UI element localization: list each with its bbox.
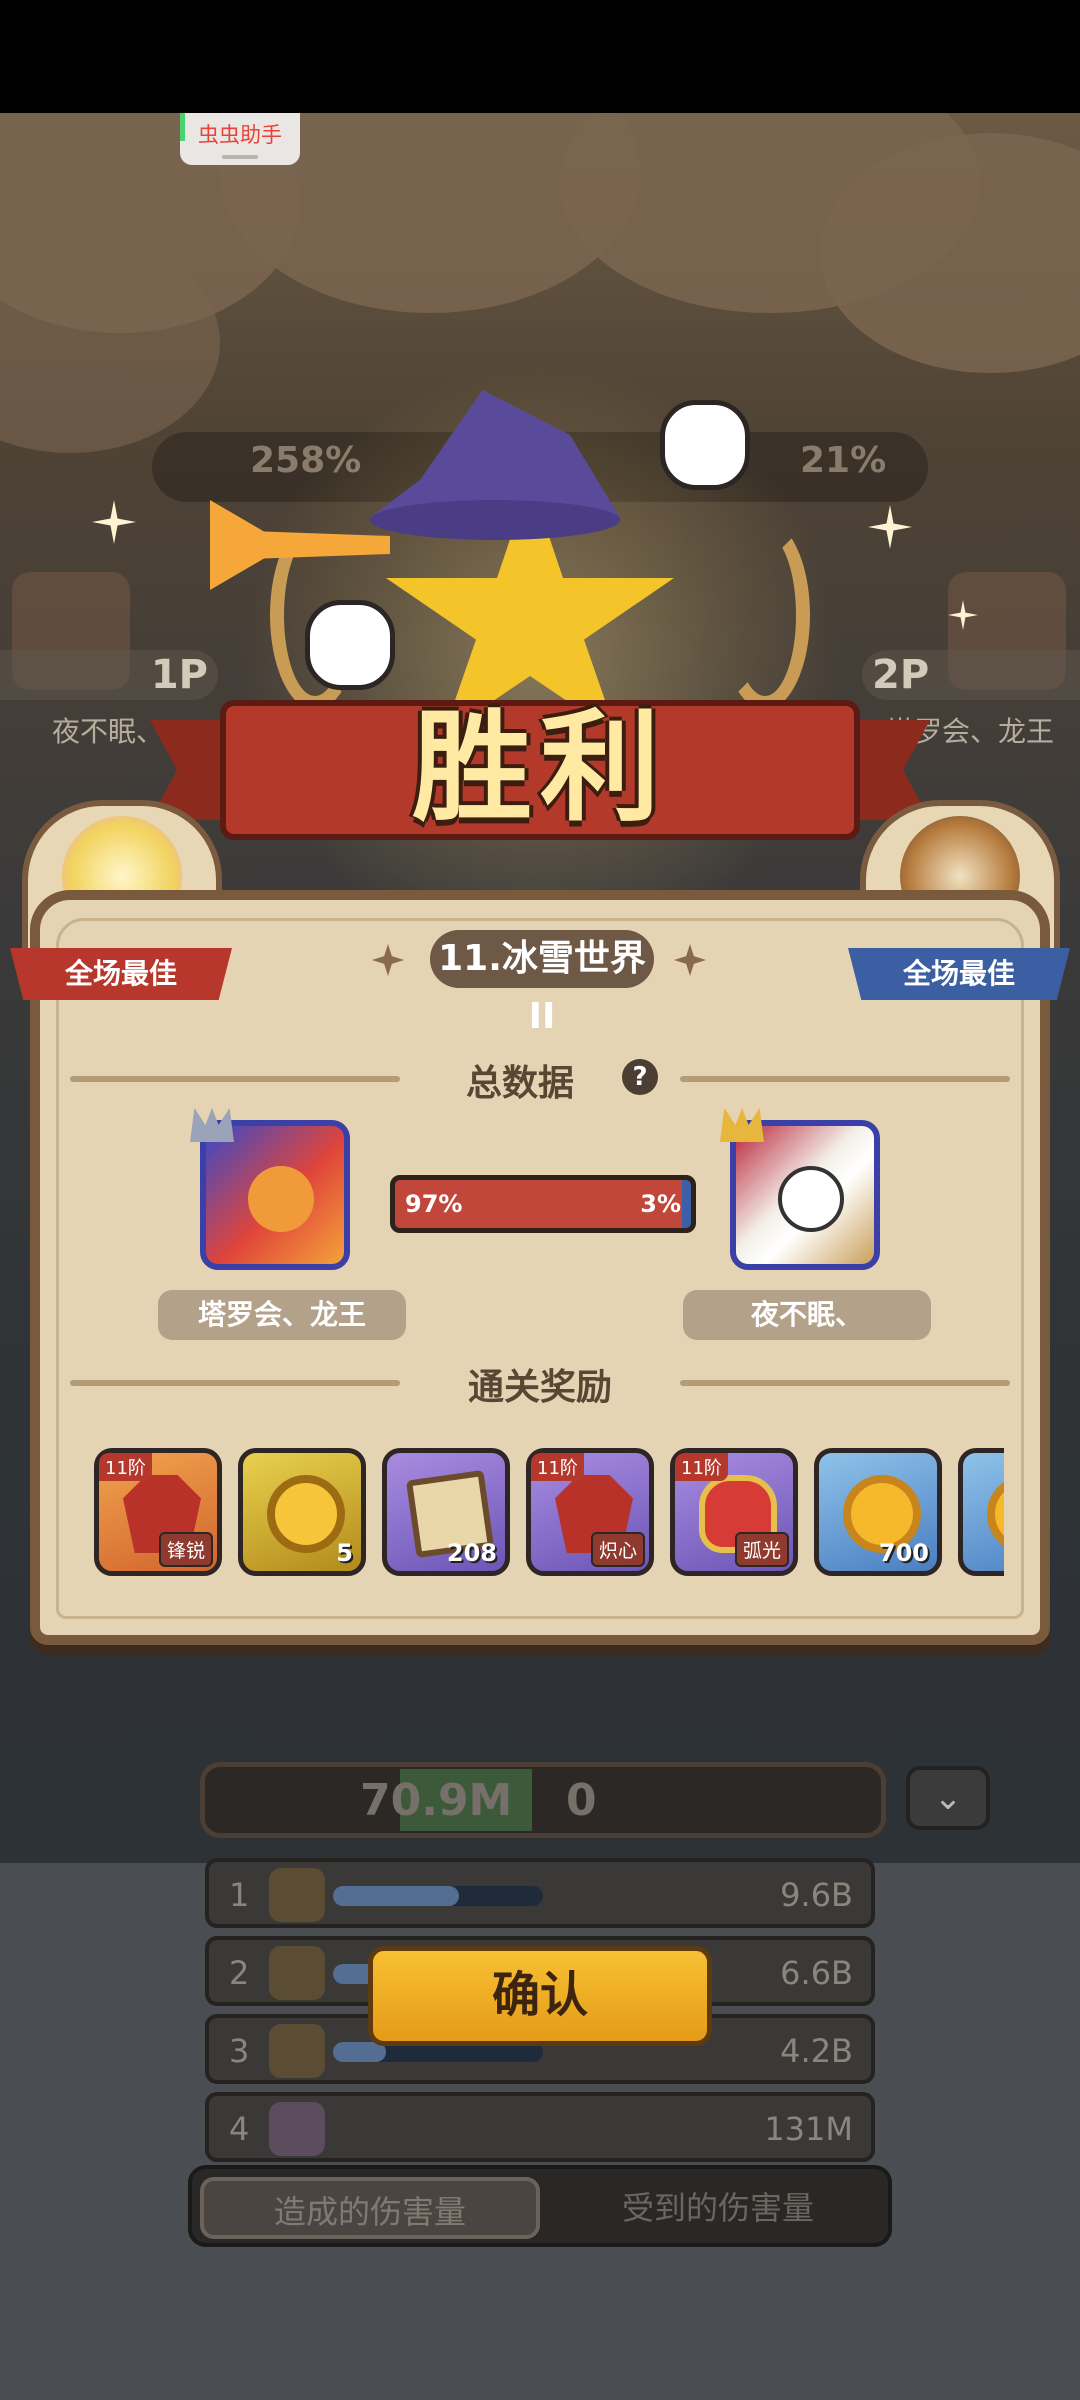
divider [680, 1380, 1010, 1386]
reward-tag: 弧光 [734, 1532, 789, 1567]
reward-qty: 700 [878, 1539, 929, 1567]
rank-number: 4 [229, 2110, 250, 2148]
reward-item[interactable] [958, 1448, 1004, 1576]
confirm-button[interactable]: 确认 [368, 1946, 712, 2046]
mvp-label-right: 全场最佳 [848, 948, 1070, 1000]
p1-tag: 1P [0, 650, 218, 700]
damage-share-bar: 97% 3% [390, 1175, 696, 1233]
damage-rank-row: 1 9.6B [205, 1858, 875, 1928]
reward-tier: 11阶 [531, 1453, 584, 1481]
rank-track [333, 1886, 543, 1906]
tab-damage-taken[interactable]: 受到的伤害量 [552, 2177, 884, 2239]
right-share-label: 3% [640, 1190, 681, 1218]
crown-icon [190, 1108, 234, 1142]
damage-rank-row: 4 131M [205, 2092, 875, 2162]
p1-name-dim: 夜不眠、 [52, 715, 165, 748]
summary-title: 总数据 [465, 1063, 574, 1104]
victory-title: 胜利 [412, 699, 668, 838]
reward-tag: 锋锐 [158, 1532, 213, 1567]
helper-app-tag[interactable]: 虫虫助手 [180, 113, 300, 165]
reward-item[interactable]: 11阶 锋锐 [94, 1448, 222, 1576]
reward-item[interactable]: 208 [382, 1448, 510, 1576]
fox-face-icon [248, 1166, 314, 1232]
collapse-button[interactable]: ⌄ [906, 1766, 990, 1830]
jester-hat-icon [720, 1108, 764, 1142]
reward-item[interactable]: 11阶 弧光 [670, 1448, 798, 1576]
rank-value: 6.6B [780, 1954, 853, 1992]
rank-value: 131M [764, 2110, 853, 2148]
p2-tag: 2P [862, 650, 1080, 700]
rank-number: 3 [229, 2032, 250, 2070]
divider [70, 1380, 400, 1386]
help-icon[interactable]: ? [622, 1059, 658, 1095]
player-name-right: 夜不眠、 [683, 1290, 931, 1340]
hud-right-stat-2: 21% [800, 440, 887, 481]
player-avatar-left[interactable] [190, 1108, 350, 1270]
unit-avatar-icon [269, 1946, 325, 2000]
reward-qty: 5 [336, 1539, 353, 1567]
rank-number: 2 [229, 1954, 250, 1992]
reward-tier: 11阶 [675, 1453, 728, 1481]
reward-tier: 11阶 [99, 1453, 152, 1481]
divider [680, 1076, 1010, 1082]
damage-left: 70.9M [360, 1775, 513, 1826]
reward-item[interactable]: 11阶 炽心 [526, 1448, 654, 1576]
victory-hand-icon [660, 400, 750, 490]
mvp-label-left: 全场最佳 [10, 948, 232, 1000]
player-name-left: 塔罗会、龙王 [158, 1290, 406, 1340]
left-share-label: 97% [405, 1190, 463, 1218]
gold-coin-icon [987, 1475, 1004, 1553]
player-avatar-right[interactable] [720, 1108, 880, 1270]
rank-number: 1 [229, 1876, 250, 1914]
chevron-down-icon: ⌄ [933, 1778, 963, 1818]
rewards-title: 通关奖励 [467, 1367, 612, 1408]
helper-label: 虫虫助手 [198, 123, 282, 147]
gold-key-icon [267, 1475, 345, 1553]
reward-list[interactable]: 11阶 锋锐 5 208 11阶 炽心 11阶 弧光 700 [92, 1448, 1004, 1578]
rank-fill [333, 1886, 459, 1906]
reward-item[interactable]: 5 [238, 1448, 366, 1576]
wizard-hat-brim [370, 500, 620, 540]
reward-tag: 炽心 [590, 1532, 645, 1567]
reward-qty: 208 [446, 1539, 497, 1567]
rank-value: 4.2B [780, 2032, 853, 2070]
damage-tab-bar: 造成的伤害量 受到的伤害量 [188, 2165, 892, 2247]
divider [70, 1076, 400, 1082]
reward-item[interactable]: 700 [814, 1448, 942, 1576]
status-bar [0, 0, 1080, 113]
unit-avatar-icon [269, 2024, 325, 2078]
unit-avatar-icon [269, 1868, 325, 1922]
stage-name: 11.冰雪世界II [430, 930, 654, 1037]
rank-value: 9.6B [780, 1876, 853, 1914]
eagle-face-icon [778, 1166, 844, 1232]
damage-right: 0 [566, 1775, 597, 1826]
unit-avatar-icon [269, 2102, 325, 2156]
tab-damage-dealt[interactable]: 造成的伤害量 [200, 2177, 540, 2239]
damage-total-bar [200, 1762, 886, 1838]
